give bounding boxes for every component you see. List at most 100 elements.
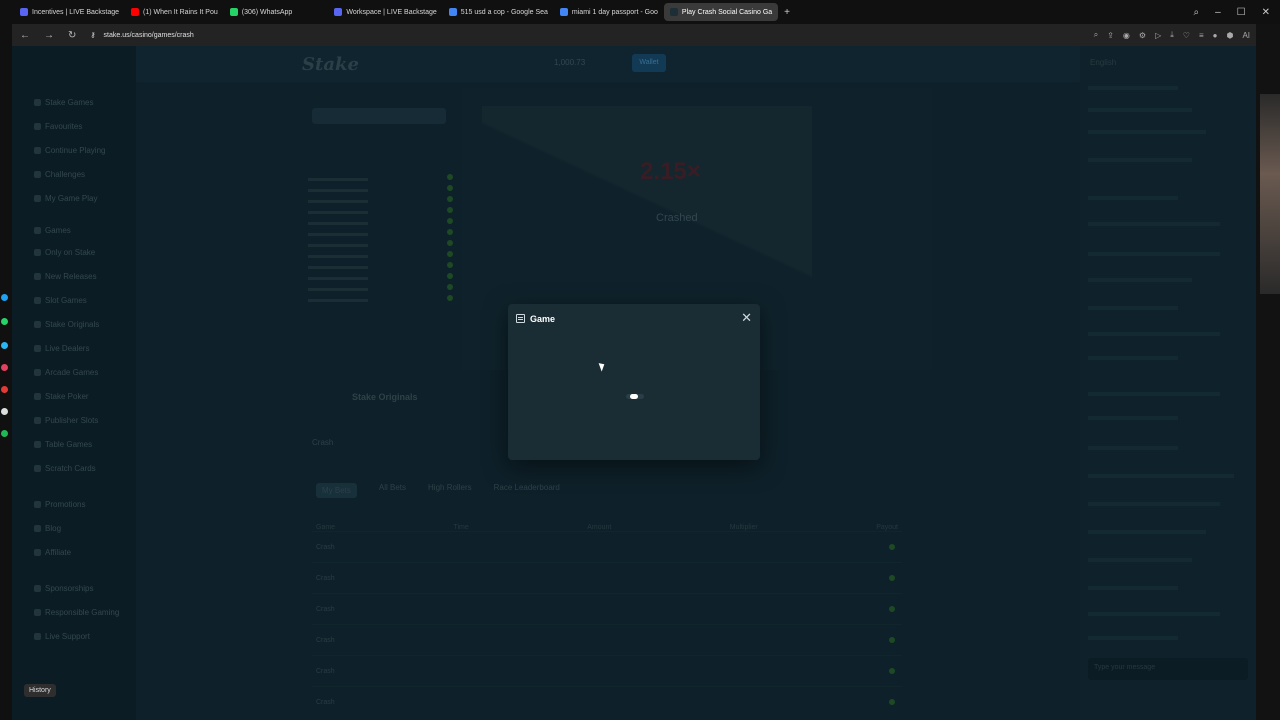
- table-row[interactable]: Crash: [312, 593, 902, 624]
- browser-tab[interactable]: miami 1 day passport - Goo: [554, 0, 664, 24]
- app-icon[interactable]: [1, 430, 8, 437]
- chat-message: [1088, 502, 1220, 506]
- bets-tab[interactable]: My Bets: [316, 483, 357, 498]
- coin-icon: [447, 196, 453, 202]
- search-icon[interactable]: ⌕: [1193, 7, 1199, 18]
- app-icon[interactable]: [1, 408, 8, 415]
- maximize-icon[interactable]: ☐: [1237, 7, 1246, 18]
- bet-row-name: [308, 178, 368, 181]
- menu-icon[interactable]: ≡: [1199, 31, 1204, 40]
- sidebar-item[interactable]: Slot Games: [34, 296, 87, 305]
- site-info-icon[interactable]: ⚷: [90, 31, 95, 39]
- bet-row-name: [308, 277, 368, 280]
- bets-tab[interactable]: High Rollers: [428, 483, 472, 498]
- sidebar-item[interactable]: Stake Poker: [34, 392, 89, 401]
- reload-icon[interactable]: ↻: [68, 30, 76, 41]
- sidebar-item-icon: [34, 321, 41, 329]
- bet-row-amount: [447, 251, 456, 262]
- close-icon[interactable]: ✕: [741, 310, 752, 326]
- app-icon[interactable]: [1, 342, 8, 349]
- sidebar-item[interactable]: Stake Originals: [34, 320, 99, 329]
- browser-tab[interactable]: 515 usd a cop - Google Sea: [443, 0, 554, 24]
- chat-message: [1088, 558, 1192, 562]
- sidebar-item[interactable]: Favourites: [34, 122, 82, 131]
- sidebar-item[interactable]: Live Dealers: [34, 344, 89, 353]
- sidebar-item[interactable]: Responsible Gaming: [34, 608, 119, 617]
- play-icon[interactable]: ▷: [1155, 31, 1161, 40]
- app-icon[interactable]: [1, 294, 8, 301]
- browser-tab[interactable]: (306) WhatsApp: [224, 0, 299, 24]
- modal-title: Game: [530, 314, 556, 324]
- sidebar-item[interactable]: Table Games: [34, 440, 92, 449]
- sidebar-item[interactable]: Only on Stake: [34, 248, 95, 257]
- table-cell-game: Crash: [316, 636, 335, 644]
- bets-tab[interactable]: All Bets: [379, 483, 406, 498]
- table-row[interactable]: Crash: [312, 655, 902, 686]
- wallet-button[interactable]: Wallet: [632, 54, 666, 72]
- balance[interactable]: 1,000.73: [554, 58, 585, 67]
- zoom-icon[interactable]: ⌕: [1094, 30, 1098, 40]
- app-icon[interactable]: [1, 386, 8, 393]
- sidebar-item-label: Responsible Gaming: [45, 608, 120, 617]
- back-icon[interactable]: ←: [20, 30, 30, 41]
- loading-indicator: [626, 394, 644, 399]
- app-icon[interactable]: [1, 364, 8, 371]
- sidebar-item[interactable]: Stake Games: [34, 98, 93, 107]
- coin-icon: [447, 273, 453, 279]
- bets-tab[interactable]: Race Leaderboard: [494, 483, 560, 498]
- window-controls: ⌕ – ☐ ✕: [1193, 0, 1276, 24]
- browser-tab[interactable]: (1) When It Rains It Pou: [125, 0, 224, 24]
- close-window-icon[interactable]: ✕: [1262, 7, 1270, 18]
- settings-icon[interactable]: ⚙: [1139, 31, 1146, 40]
- table-row[interactable]: Crash: [312, 624, 902, 655]
- table-row[interactable]: Crash: [312, 531, 902, 562]
- sidebar-item-icon: [34, 227, 41, 235]
- url-text[interactable]: stake.us/casino/games/crash: [104, 32, 194, 39]
- bet-row-name: [308, 189, 368, 192]
- app-icon[interactable]: [1, 318, 8, 325]
- stake-logo[interactable]: Stake: [302, 54, 359, 75]
- sidebar-item[interactable]: Live Support: [34, 632, 90, 641]
- sidebar-item[interactable]: Scratch Cards: [34, 464, 96, 473]
- bet-button[interactable]: [312, 108, 446, 124]
- sidebar-item-label: Continue Playing: [45, 146, 106, 155]
- minimize-icon[interactable]: –: [1215, 7, 1221, 18]
- heart-icon[interactable]: ♡: [1183, 31, 1190, 40]
- camera-icon[interactable]: ◉: [1123, 31, 1130, 40]
- browser-tab[interactable]: Incentives | LIVE Backstage: [14, 0, 125, 24]
- sidebar-item-icon: [34, 393, 41, 401]
- game-modal: Game ✕: [508, 304, 760, 460]
- sidebar-item[interactable]: Continue Playing: [34, 146, 105, 155]
- sidebar-item[interactable]: Challenges: [34, 170, 85, 179]
- chat-input[interactable]: Type your message: [1088, 658, 1248, 680]
- coin-icon: [447, 229, 453, 235]
- bet-row-amount: [447, 295, 456, 306]
- bet-row-name: [308, 211, 368, 214]
- language-select[interactable]: English: [1090, 58, 1116, 67]
- sidebar-item[interactable]: Games: [34, 226, 71, 235]
- browser-tab[interactable]: Workspace | LIVE Backstage: [328, 0, 442, 24]
- forward-icon[interactable]: →: [44, 30, 54, 41]
- history-tooltip: History: [24, 684, 56, 697]
- sidebar-item[interactable]: Blog: [34, 524, 61, 533]
- new-tab-button[interactable]: +: [778, 7, 796, 18]
- profile-icon[interactable]: ●: [1213, 31, 1218, 40]
- table-row[interactable]: Crash: [312, 686, 902, 717]
- sidebar-item[interactable]: Arcade Games: [34, 368, 98, 377]
- sidebar-item[interactable]: Sponsorships: [34, 584, 93, 593]
- sidebar-item-label: Scratch Cards: [45, 464, 96, 473]
- sidebar-item[interactable]: Affiliate: [34, 548, 71, 557]
- sidebar-item[interactable]: My Game Play: [34, 194, 97, 203]
- chat-message: [1088, 530, 1206, 534]
- browser-tab[interactable]: Play Crash Social Casino Ga: [663, 3, 779, 21]
- download-icon[interactable]: ⤓: [1170, 30, 1174, 40]
- sidebar-item[interactable]: New Releases: [34, 272, 97, 281]
- share-icon[interactable]: ⇪: [1107, 31, 1114, 40]
- sidebar-item-icon: [34, 99, 41, 107]
- sidebar-item[interactable]: Promotions: [34, 500, 85, 509]
- table-row[interactable]: Crash: [312, 562, 902, 593]
- extensions-icon[interactable]: ⬢: [1226, 31, 1233, 40]
- sidebar-item[interactable]: Publisher Slots: [34, 416, 98, 425]
- ai-button[interactable]: AI: [1242, 31, 1250, 40]
- sidebar-item-icon: [34, 345, 41, 353]
